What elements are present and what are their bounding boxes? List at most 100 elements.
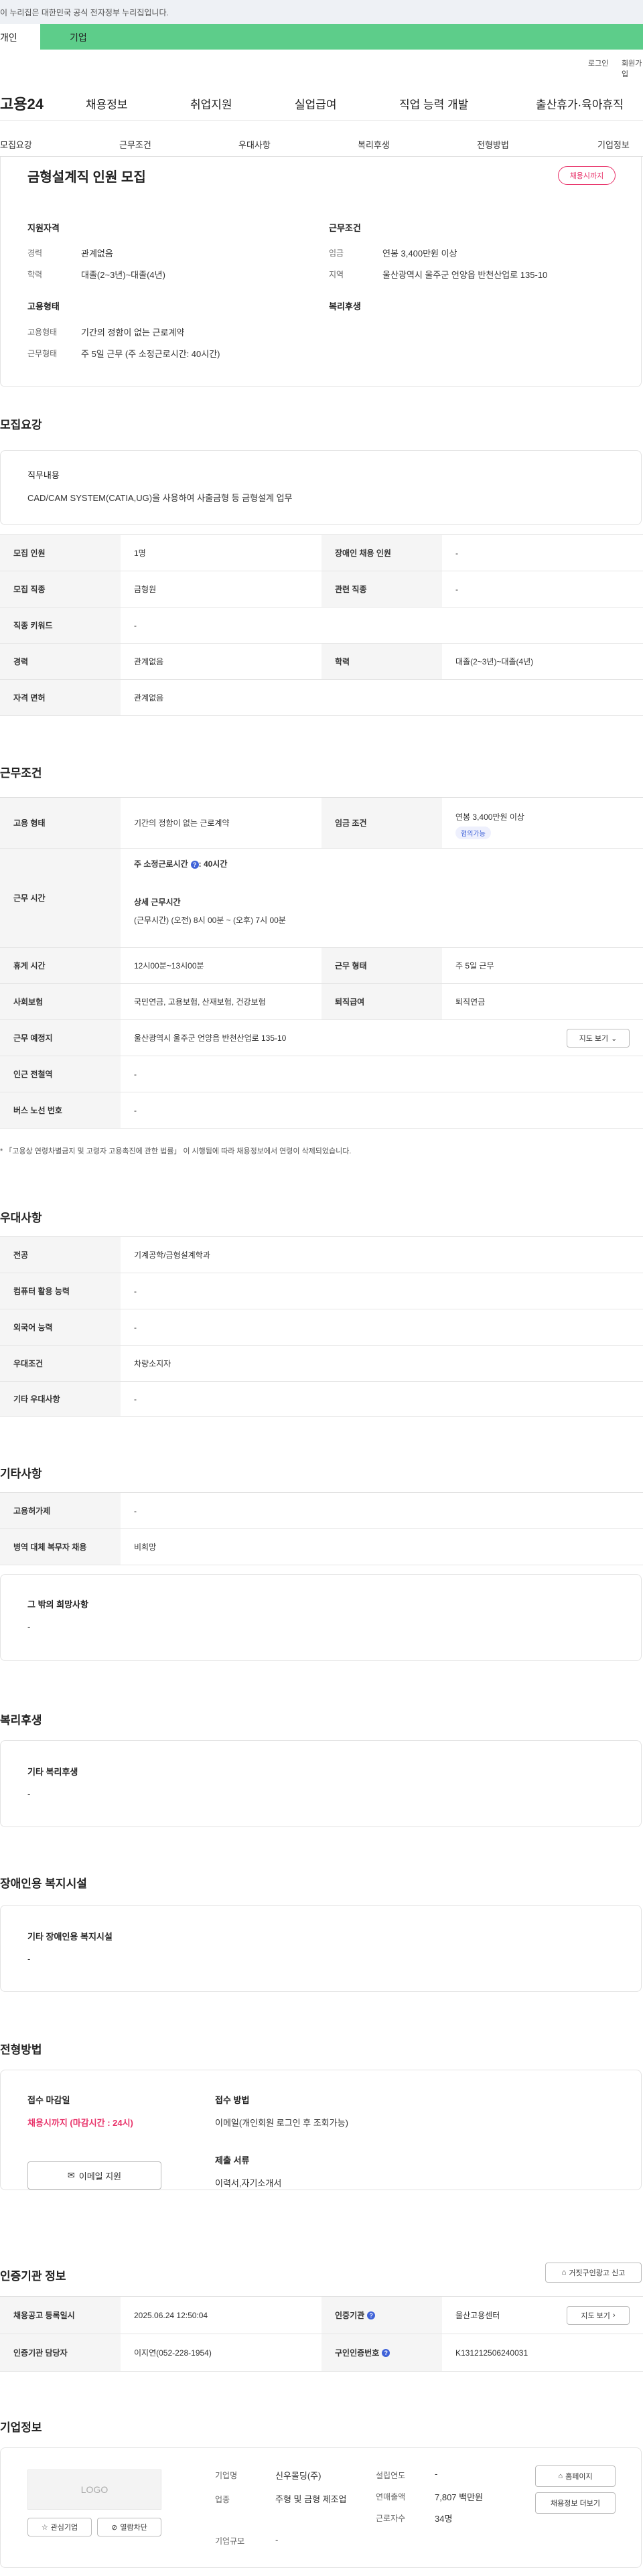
- home-icon: ⌂: [558, 2472, 563, 2480]
- site-logo[interactable]: 고용24: [0, 92, 44, 114]
- sales-value: 7,807 백만원: [435, 2492, 484, 2502]
- section-nav-preference[interactable]: 우대사항: [238, 138, 271, 151]
- table-row: 근무 시간 주 소정근로시간?: 40시간 상세 근무시간 (근무시간) (오전…: [0, 849, 643, 948]
- table-cell: -: [455, 584, 458, 594]
- welfare-other-heading: 기타 복리후생: [27, 1767, 78, 1777]
- info-icon[interactable]: ?: [190, 860, 199, 869]
- table-cell: 기계공학/금형설계학과: [134, 1250, 210, 1260]
- career-value: 관계없음: [81, 248, 113, 259]
- homepage-label: 홈페이지: [565, 2473, 593, 2481]
- nav-maternity-leave[interactable]: 출산휴가·육아휴직: [536, 95, 624, 112]
- member-type-tabs: 개인 기업: [0, 24, 643, 50]
- table-row: 모집 인원 1명 장애인 채용 인원 -: [0, 535, 643, 571]
- section-nav-conditions[interactable]: 근무조건: [119, 138, 151, 151]
- nav-unemployment-benefit[interactable]: 실업급여: [295, 95, 337, 112]
- table-row: 고용허가제 -: [0, 1493, 643, 1529]
- table-row: 기타 우대사항 -: [0, 1382, 643, 1417]
- duty-value: CAD/CAM SYSTEM(CATIA,UG)을 사용하여 사출금형 등 금형…: [27, 493, 293, 503]
- info-icon[interactable]: ?: [382, 2348, 390, 2357]
- hours-weekly-label: 주 소정근로시간: [134, 859, 188, 869]
- nav-employment-support[interactable]: 취업지원: [190, 95, 232, 112]
- table-cell: 울산광역시 울주군 언양읍 반천산업로 135-10: [134, 1033, 287, 1043]
- section-nav-welfare[interactable]: 복리후생: [358, 138, 390, 151]
- table-header: 학력: [322, 644, 442, 679]
- table-header: 기타 우대사항: [0, 1382, 121, 1416]
- login-link[interactable]: 로그인: [588, 58, 608, 68]
- info-icon[interactable]: ?: [367, 2311, 376, 2319]
- job-title: 금형설계직 인원 모집: [27, 170, 146, 185]
- wage-label: 임금: [329, 248, 344, 258]
- table-cell: -: [134, 1394, 137, 1404]
- hours-weekly-value: : 40시간: [198, 859, 228, 869]
- age-notice: * 「고용상 연령차별금지 및 고령자 고용촉진에 관한 법률」 이 시행됨에 …: [0, 1147, 352, 1155]
- home-icon: ⌂: [561, 2269, 567, 2277]
- section-nav-company[interactable]: 기업정보: [597, 138, 630, 151]
- table-cell: -: [134, 1069, 137, 1079]
- table-row: 전공 기계공학/금형설계학과: [0, 1237, 643, 1273]
- cert-no-label: 구인인증번호: [335, 2348, 380, 2358]
- table-row: 채용공고 등록일시 2025.06.24 12:50:04 인증기관? 울산고용…: [0, 2297, 643, 2334]
- welfare-card: 기타 복리후생 -: [0, 1740, 642, 1827]
- section-nav-recruit[interactable]: 모집요강: [0, 138, 32, 151]
- recruit-heading: 모집요강: [0, 419, 42, 431]
- table-header: 채용공고 등록일시: [0, 2297, 121, 2334]
- company-name-value: 신우몰딩(주): [275, 2471, 322, 2481]
- auth-map-button[interactable]: 지도 보기 ›: [567, 2306, 630, 2325]
- duty-card: 직무내용 CAD/CAM SYSTEM(CATIA,UG)을 사용하여 사출금형…: [0, 450, 642, 525]
- table-header: 우대조건: [0, 1346, 121, 1381]
- method-heading: 접수 방법: [215, 2095, 250, 2105]
- recruit-table: 모집 인원 1명 장애인 채용 인원 - 모집 직종 금형원 관련 직종 - 직…: [0, 534, 643, 716]
- education-value: 대졸(2~3년)~대졸(4년): [81, 270, 165, 280]
- table-cell: 울산고용센터: [455, 2311, 500, 2320]
- table-cell: 차량소지자: [134, 1359, 171, 1368]
- signup-link[interactable]: 회원가입: [622, 58, 643, 79]
- table-header: 고용허가제: [0, 1493, 121, 1528]
- table-cell: 기간의 정함이 없는 근로계약: [134, 818, 230, 828]
- section-nav-screening[interactable]: 전형방법: [477, 138, 509, 151]
- auth-table: 채용공고 등록일시 2025.06.24 12:50:04 인증기관? 울산고용…: [0, 2296, 643, 2372]
- education-label: 학력: [27, 270, 43, 279]
- nav-job-training[interactable]: 직업 능력 개발: [399, 95, 468, 112]
- table-header: 외국어 능력: [0, 1309, 121, 1345]
- more-jobs-button[interactable]: 채용정보 더보기: [535, 2492, 616, 2514]
- table-header: 구인인증번호?: [322, 2334, 442, 2371]
- tab-company-label: 기업: [70, 32, 87, 43]
- tab-personal[interactable]: 개인: [0, 24, 40, 50]
- block-icon: ⊘: [111, 2523, 118, 2532]
- company-card: LOGO ☆ 관심기업 ⊘ 열람차단 기업명 신우몰딩(주) 업종 주형 및 금형 …: [0, 2447, 642, 2568]
- employment-type-heading: 고용형태: [27, 301, 60, 311]
- summary-card: 금형설계직 인원 모집 채용시까지 지원자격 근무조건 경력 관계없음 학력 대…: [0, 157, 642, 387]
- map-view-button[interactable]: 지도 보기 ⌄: [567, 1029, 630, 1048]
- homepage-button[interactable]: ⌂ 홈페이지: [535, 2465, 616, 2487]
- other-wish-value: -: [27, 1622, 31, 1632]
- welfare-section-heading: 복리후생: [0, 1714, 42, 1727]
- table-header: 모집 인원: [0, 535, 121, 571]
- favorite-company-button[interactable]: ☆ 관심기업: [27, 2518, 92, 2536]
- false-ad-report-button[interactable]: ⌂ 거짓구인광고 신고: [545, 2263, 642, 2283]
- tab-company[interactable]: 기업: [40, 24, 643, 50]
- chevron-right-icon: ›: [612, 2311, 616, 2319]
- table-header: 전공: [0, 1237, 121, 1273]
- table-header: 근무 형태: [322, 948, 442, 983]
- disabled-facility-other-value: -: [27, 1954, 31, 1964]
- table-cell: 퇴직연금: [455, 997, 486, 1007]
- deadline-heading: 접수 마감일: [27, 2095, 70, 2105]
- table-cell: -: [134, 1506, 137, 1516]
- email-apply-button[interactable]: ✉ 이메일 지원: [27, 2161, 161, 2190]
- career-label: 경력: [27, 248, 43, 258]
- table-cell: 금형원: [134, 585, 157, 594]
- hours-detail-value: (근무시간) (오전) 8시 00분 ~ (오후) 7시 00분: [134, 916, 286, 925]
- etc-heading: 기타사항: [0, 1468, 42, 1480]
- qualification-heading: 지원자격: [27, 223, 60, 233]
- other-wish-card: 그 밖의 희망사항 -: [0, 1574, 642, 1661]
- company-logo-placeholder: LOGO: [27, 2470, 161, 2510]
- table-cell: 12시00분~13시00분: [134, 961, 204, 971]
- table-row: 사회보험 국민연금, 고용보험, 산재보험, 건강보험 퇴직급여 퇴직연금: [0, 984, 643, 1020]
- company-heading: 기업정보: [0, 2421, 42, 2434]
- block-view-button[interactable]: ⊘ 열람차단: [97, 2518, 161, 2536]
- map-view-label: 지도 보기: [579, 1035, 609, 1043]
- table-cell: 1명: [134, 549, 146, 558]
- nav-jobs[interactable]: 채용정보: [86, 95, 128, 112]
- org-label: 인증기관: [335, 2311, 365, 2320]
- disabled-facility-card: 기타 장애인용 복지시설 -: [0, 1905, 642, 1992]
